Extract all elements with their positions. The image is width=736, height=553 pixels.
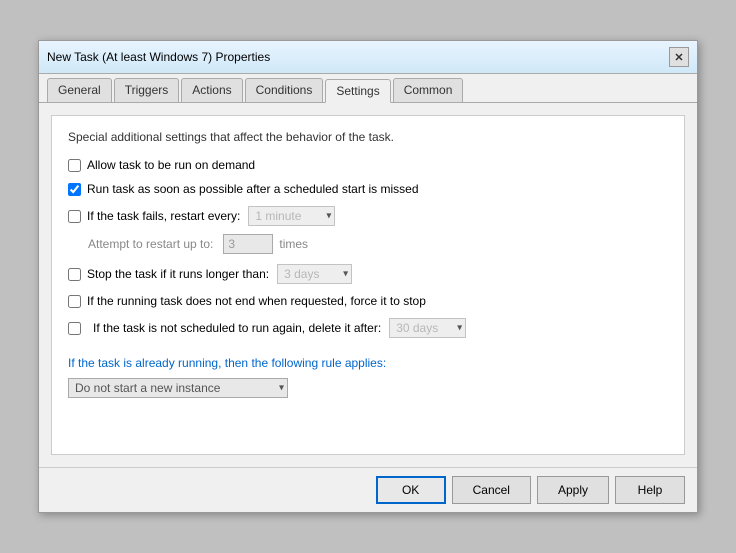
allow-on-demand-checkbox[interactable] [68, 159, 81, 172]
stop-task-checkbox[interactable] [68, 268, 81, 281]
running-rule-label: If the task is already running, then the… [68, 356, 668, 370]
tab-triggers[interactable]: Triggers [114, 78, 180, 102]
settings-panel: Special additional settings that affect … [51, 115, 685, 455]
allow-on-demand-label: Allow task to be run on demand [87, 158, 255, 172]
stop-row: Stop the task if it runs longer than: 1 … [68, 264, 668, 284]
apply-button[interactable]: Apply [537, 476, 609, 504]
help-button[interactable]: Help [615, 476, 685, 504]
instance-row: Do not start a new instance Run a new in… [68, 378, 668, 398]
restart-label: If the task fails, restart every: [87, 209, 240, 223]
attempt-input[interactable] [223, 234, 273, 254]
tab-common[interactable]: Common [393, 78, 464, 102]
tab-general[interactable]: General [47, 78, 112, 102]
force-stop-label: If the running task does not end when re… [87, 294, 426, 308]
delete-dropdown-wrapper: 30 days 45 days 60 days 90 days 180 days… [389, 318, 466, 338]
attempt-row: Attempt to restart up to: times [68, 234, 668, 254]
force-stop-row: If the running task does not end when re… [68, 294, 668, 308]
instance-dropdown[interactable]: Do not start a new instance Run a new in… [68, 378, 288, 398]
attempt-suffix: times [279, 237, 308, 251]
delete-label: If the task is not scheduled to run agai… [93, 321, 381, 335]
run-asap-row: Run task as soon as possible after a sch… [68, 182, 668, 196]
restart-dropdown-wrapper: 1 minute 5 minutes 10 minutes 15 minutes… [248, 206, 335, 226]
attempt-label: Attempt to restart up to: [88, 237, 213, 251]
window-title: New Task (At least Windows 7) Properties [47, 50, 270, 64]
run-asap-label: Run task as soon as possible after a sch… [87, 182, 419, 196]
footer: OK Cancel Apply Help [39, 467, 697, 512]
instance-dropdown-wrapper: Do not start a new instance Run a new in… [68, 378, 288, 398]
tab-conditions[interactable]: Conditions [245, 78, 324, 102]
delete-checkbox[interactable] [68, 322, 81, 335]
stop-task-label: Stop the task if it runs longer than: [87, 267, 269, 281]
run-asap-checkbox[interactable] [68, 183, 81, 196]
title-bar: New Task (At least Windows 7) Properties… [39, 41, 697, 74]
ok-button[interactable]: OK [376, 476, 446, 504]
stop-dropdown[interactable]: 1 hour 2 hours 4 hours 8 hours 12 hours … [277, 264, 352, 284]
allow-on-demand-row: Allow task to be run on demand [68, 158, 668, 172]
delete-row: If the task is not scheduled to run agai… [68, 318, 668, 338]
restart-row: If the task fails, restart every: 1 minu… [68, 206, 668, 226]
tab-settings[interactable]: Settings [325, 79, 390, 103]
main-window: New Task (At least Windows 7) Properties… [38, 40, 698, 513]
content-area: Special additional settings that affect … [39, 103, 697, 467]
tab-bar: General Triggers Actions Conditions Sett… [39, 74, 697, 103]
tab-actions[interactable]: Actions [181, 78, 242, 102]
cancel-button[interactable]: Cancel [452, 476, 531, 504]
stop-dropdown-wrapper: 1 hour 2 hours 4 hours 8 hours 12 hours … [277, 264, 352, 284]
delete-dropdown[interactable]: 30 days 45 days 60 days 90 days 180 days… [389, 318, 466, 338]
restart-checkbox[interactable] [68, 210, 81, 223]
close-button[interactable]: ✕ [669, 47, 689, 67]
panel-description: Special additional settings that affect … [68, 130, 668, 144]
force-stop-checkbox[interactable] [68, 295, 81, 308]
restart-dropdown[interactable]: 1 minute 5 minutes 10 minutes 15 minutes… [248, 206, 335, 226]
